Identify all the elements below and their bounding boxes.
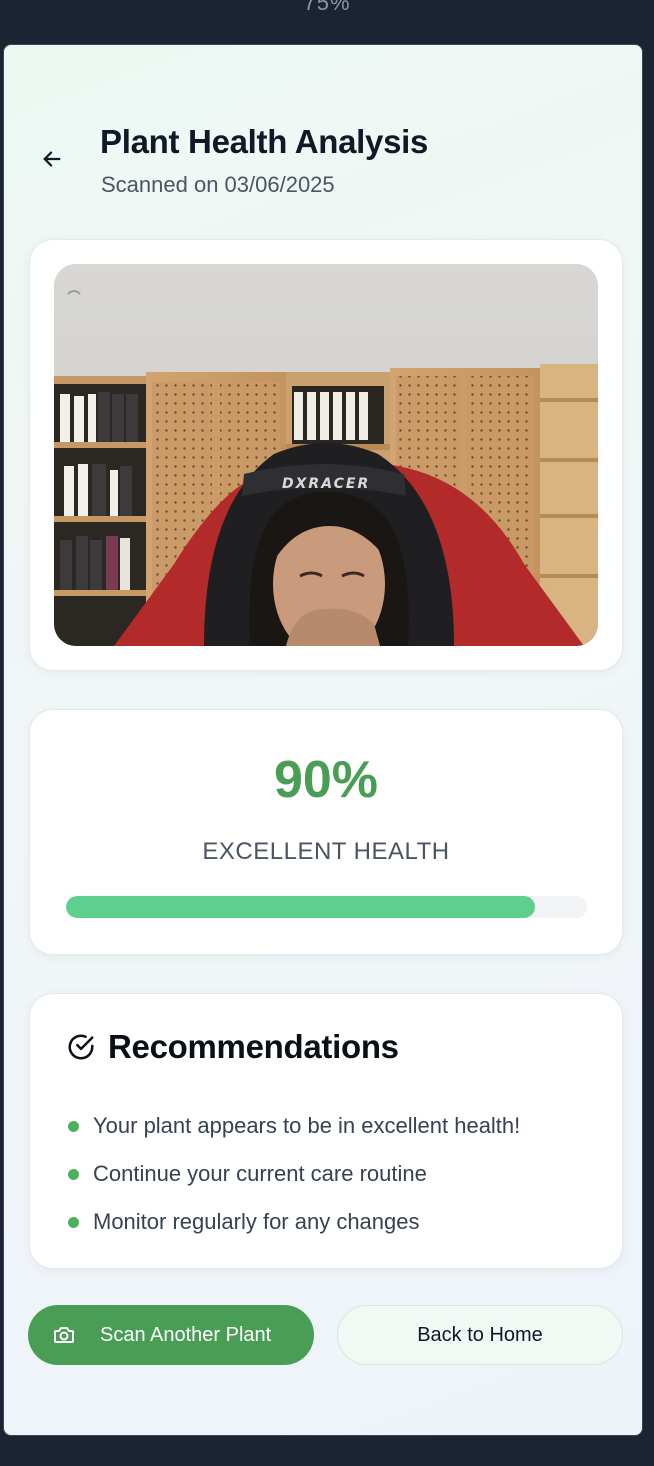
health-progress-fill [66,896,535,918]
recommendations-title: Recommendations [108,1028,399,1065]
recommendation-text: Continue your current care routine [93,1161,427,1186]
zoom-level: 75% [303,0,351,15]
recommendation-text: Monitor regularly for any changes [93,1209,420,1234]
arrow-left-icon [43,151,61,167]
app-screen: Plant Health Analysis Scanned on 03/06/2… [3,44,643,1436]
health-score-card: 90% EXCELLENT HEALTH [29,709,623,955]
back-button[interactable] [38,145,66,173]
camera-icon [54,1327,74,1343]
bullet-dot [68,1120,79,1132]
list-item: Your plant appears to be in excellent he… [68,1102,520,1150]
page-title: Plant Health Analysis [100,123,429,160]
recommendations-card: Recommendations Your plant appears to be… [29,993,623,1269]
list-item: Monitor regularly for any changes [68,1198,520,1246]
chair-brand-text: DXRACER [282,476,370,492]
scan-another-plant-button[interactable]: Scan Another Plant [28,1305,314,1365]
health-score: 90% [273,751,379,809]
scanned-photo-image: DXRACER [54,264,598,646]
photo-card: DXRACER [29,239,623,671]
scan-date: Scanned on 03/06/2025 [101,172,335,197]
recommendations-header: Recommendations [66,1028,399,1066]
health-progress-bar [66,896,587,918]
health-status-label: EXCELLENT HEALTH [202,838,450,865]
back-to-home-button[interactable]: Back to Home [337,1305,623,1365]
recommendations-list: Your plant appears to be in excellent he… [68,1102,520,1246]
check-circle-icon [68,1034,94,1060]
scan-another-plant-label: Scan Another Plant [100,1323,272,1346]
bullet-dot [68,1168,79,1180]
recommendation-text: Your plant appears to be in excellent he… [93,1113,521,1138]
list-item: Continue your current care routine [68,1150,520,1198]
bullet-dot [68,1216,79,1228]
scanned-photo: DXRACER [54,264,598,646]
